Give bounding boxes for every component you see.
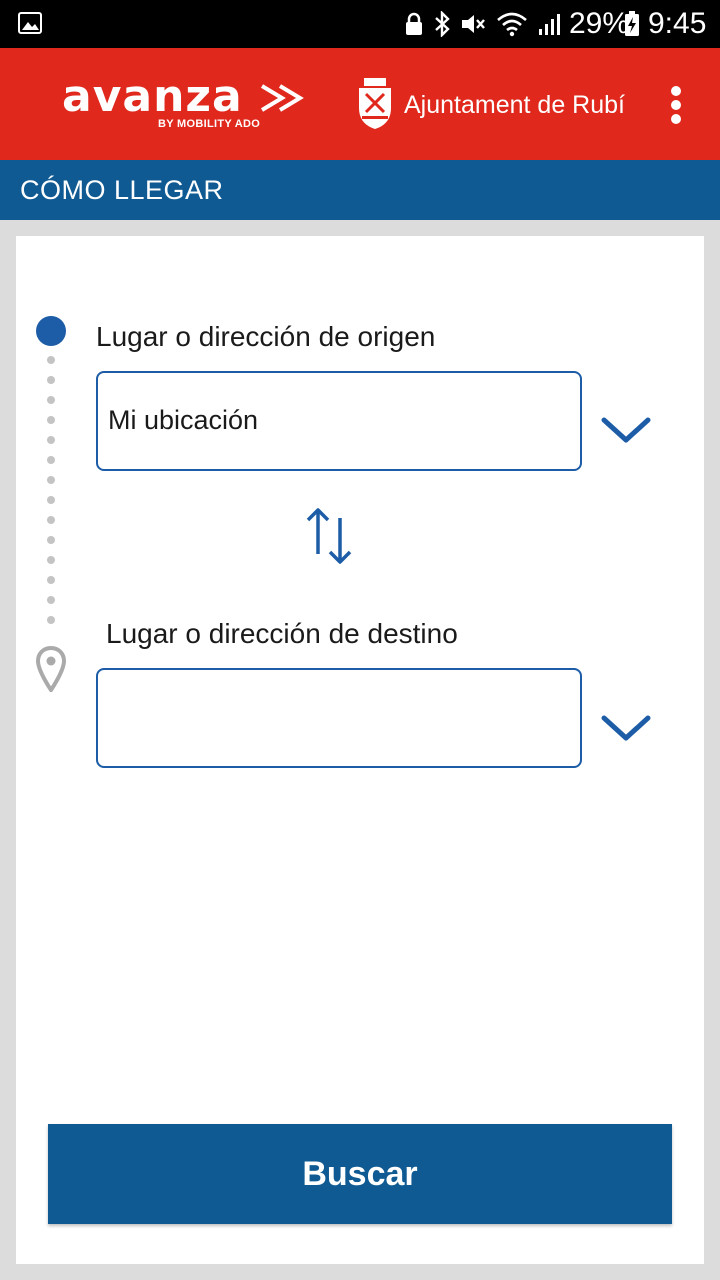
gallery-icon	[18, 12, 42, 34]
destination-label: Lugar o dirección de destino	[106, 618, 458, 649]
status-bar: 29% 9:45	[0, 0, 720, 48]
brand-logo: avanza BY MOBILITY ADO	[62, 71, 304, 130]
lock-icon	[406, 12, 422, 35]
chevron-down-icon[interactable]	[600, 416, 652, 446]
map-pin-icon	[36, 646, 66, 692]
coat-of-arms-icon	[359, 78, 391, 129]
section-title: CÓMO LLEGAR	[20, 175, 224, 205]
mute-icon	[462, 15, 485, 33]
overflow-menu-icon[interactable]	[664, 84, 688, 126]
chevron-down-icon[interactable]	[600, 714, 652, 744]
origin-input[interactable]	[98, 373, 580, 469]
battery-charging-icon	[625, 11, 639, 36]
section-bar: CÓMO LLEGAR	[0, 160, 720, 220]
screen: 29% 9:45 avanza BY MOBILITY ADO Ajuntame…	[0, 0, 720, 1280]
destination-field[interactable]	[96, 668, 582, 768]
city-name: Ajuntament de Rubí	[404, 91, 625, 119]
wifi-icon	[497, 12, 527, 37]
bluetooth-icon	[435, 11, 450, 37]
origin-label: Lugar o dirección de origen	[96, 321, 436, 352]
clock: 9:45	[648, 7, 707, 40]
app-header: avanza BY MOBILITY ADO Ajuntament de Rub…	[0, 48, 720, 160]
brand-tagline: BY MOBILITY ADO	[158, 118, 261, 130]
signal-icon	[539, 14, 560, 35]
brand-name: avanza	[62, 71, 243, 122]
origin-dot-icon	[36, 316, 66, 346]
system-icons	[404, 10, 562, 38]
brand-arrows-icon	[260, 84, 304, 112]
battery-percentage: 29%	[569, 7, 630, 40]
origin-field[interactable]	[96, 371, 582, 471]
swap-arrows-icon[interactable]	[302, 506, 356, 566]
search-button[interactable]: Buscar	[48, 1124, 672, 1224]
route-card: Lugar o dirección de origen Lugar o dire…	[16, 236, 704, 1264]
destination-input[interactable]	[98, 670, 580, 766]
